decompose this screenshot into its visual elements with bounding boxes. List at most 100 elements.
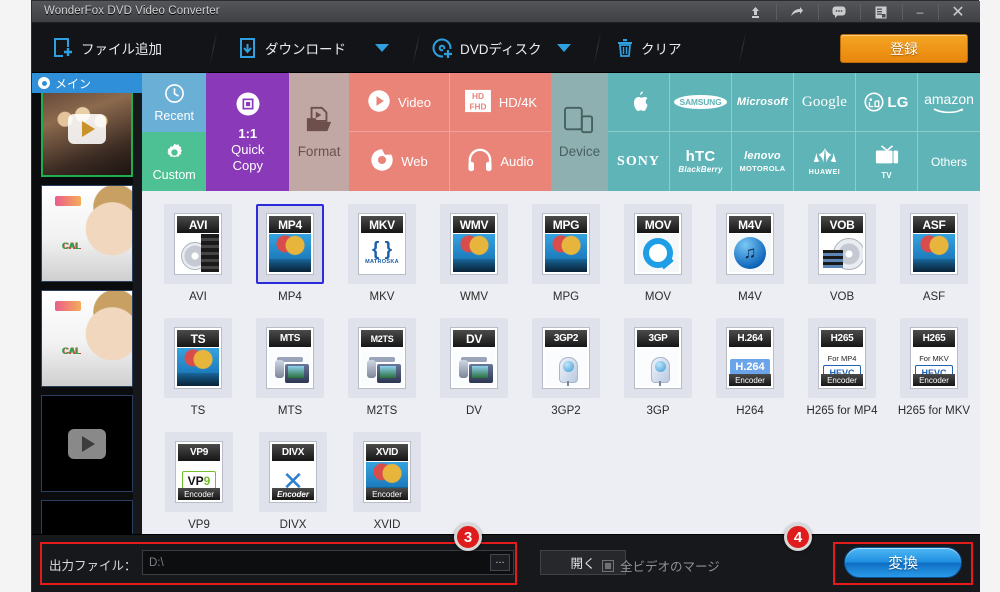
format-item-avi[interactable]: AVI AVI [152, 199, 244, 313]
thumbnail-item-2[interactable]: CAL [41, 185, 133, 282]
register-button[interactable]: 登録 [840, 34, 968, 63]
brand-lg[interactable]: LG [856, 73, 918, 132]
format-tile-header: H265 [821, 330, 863, 347]
brand-sony[interactable]: SONY [608, 132, 670, 191]
brand-microsoft[interactable]: Microsoft [732, 73, 794, 132]
thumbnail-list[interactable]: CAL CAL メイン [32, 73, 142, 534]
format-tile-header: AVI [177, 216, 219, 233]
copy-icon [235, 91, 261, 122]
format-label: M4V [738, 291, 762, 303]
category-strip: Recent Custom 1:1 Quick Copy Format Vide… [142, 73, 980, 191]
bottom-bar: 出力ファイル： D:\ ... 開く 全ビデオのマージ 変換 [32, 534, 980, 592]
window-controls: – ✕ [734, 1, 978, 23]
format-item-h264[interactable]: H.264 H.264 Encoder H264 [704, 313, 796, 427]
category-format[interactable]: Format [289, 73, 349, 191]
format-item-h265-mp4[interactable]: H265 For MP4 HEVC Encoder H265 for MP4 [796, 313, 888, 427]
browser-icon [370, 148, 394, 175]
brand-tv[interactable]: TV [856, 132, 918, 191]
upload-icon[interactable] [734, 1, 776, 23]
thumbnail-item-3[interactable]: CAL [41, 290, 133, 387]
feedback-icon[interactable] [818, 1, 860, 23]
format-item-h265-mkv[interactable]: H265 For MKV HEVC Encoder H265 for MKV [888, 313, 980, 427]
encoder-footer: Encoder [913, 374, 955, 386]
format-item-vp9[interactable]: VP9 VP9 Encoder VP9 [152, 427, 246, 541]
thumbnail-scrollbar[interactable] [133, 73, 142, 534]
category-device[interactable]: Device [550, 73, 608, 191]
svg-text:HD: HD [472, 91, 484, 101]
format-label: MPG [552, 291, 580, 303]
log-icon[interactable] [860, 1, 902, 23]
brand-apple[interactable] [608, 73, 670, 132]
brand-samsung[interactable]: SAMSUNG [670, 73, 732, 132]
format-item-asf[interactable]: ASF ASF [888, 199, 980, 313]
format-label: DIVX [279, 519, 307, 531]
format-item-wmv[interactable]: WMV WMV [428, 199, 520, 313]
category-recent[interactable]: Recent [142, 73, 207, 132]
format-item-divx[interactable]: DIVX ✕ Encoder DIVX [246, 427, 340, 541]
brand-huawei[interactable]: HUAWEI [794, 132, 856, 191]
category-audio-label: Audio [500, 154, 534, 169]
format-item-m4v[interactable]: M4V ♫ M4V [704, 199, 796, 313]
format-item-ts[interactable]: TS TS [152, 313, 244, 427]
download-button[interactable]: ダウンロード [230, 23, 356, 73]
convert-button[interactable]: 変換 [844, 547, 962, 578]
matroska-label: MATROSKA [365, 259, 399, 266]
format-item-3gp2[interactable]: 3GP2 3GP2 [520, 313, 612, 427]
close-button[interactable]: ✕ [938, 1, 978, 23]
format-item-m2ts[interactable]: M2TS M2TS [336, 313, 428, 427]
thumbnail-item-1[interactable] [41, 80, 133, 177]
output-file-input[interactable]: D:\ ... [142, 550, 514, 575]
format-item-xvid[interactable]: XVID Encoder XVID [340, 427, 434, 541]
browse-button[interactable]: ... [490, 554, 510, 571]
format-item-dv[interactable]: DV DV [428, 313, 520, 427]
brand-lenovo-motorola[interactable]: lenovo MOTOROLA [732, 132, 794, 191]
merge-videos-option[interactable]: 全ビデオのマージ [602, 556, 720, 575]
format-tile-header: VOB [821, 216, 863, 233]
format-item-vob[interactable]: VOB VOB [796, 199, 888, 313]
brand-grid: SONY SAMSUNG hTC BlackBerry Microsoft le… [608, 73, 980, 191]
minimize-button[interactable]: – [902, 1, 938, 23]
category-audio[interactable]: Audio [449, 132, 551, 191]
brand-htc-blackberry[interactable]: hTC BlackBerry [670, 132, 732, 191]
brand-others[interactable]: Others [918, 132, 980, 191]
category-video[interactable]: Video [348, 73, 450, 132]
add-file-button[interactable]: ファイル追加 [44, 23, 172, 73]
category-custom[interactable]: Custom [142, 132, 207, 191]
dvd-disc-dropdown[interactable] [547, 23, 581, 73]
thumbnail-image [42, 501, 132, 534]
brand-amazon[interactable]: amazon [918, 73, 980, 132]
format-tile-header: MPG [545, 216, 587, 233]
toolbar-divider [412, 31, 421, 65]
selected-highlight: MP4 [256, 204, 324, 284]
main-tab-badge: メイン [32, 73, 142, 93]
format-item-mpg[interactable]: MPG MPG [520, 199, 612, 313]
play-overlay-icon[interactable] [68, 428, 106, 459]
format-tile-header: MKV [361, 216, 403, 233]
dvd-disc-button[interactable]: DVDディスク [422, 23, 552, 73]
category-hd4k[interactable]: HD FHD HD/4K [449, 73, 551, 132]
application-window: WonderFox DVD Video Converter – ✕ ファイル追加… [31, 0, 980, 592]
category-video-label: Video [397, 94, 431, 110]
format-item-mp4[interactable]: MP4 MP4 [244, 199, 336, 313]
brand-google[interactable]: Google [794, 73, 856, 132]
category-quick-copy[interactable]: 1:1 Quick Copy [206, 73, 290, 191]
encoder-badge: H.264 [730, 359, 770, 375]
share-icon[interactable] [776, 1, 818, 23]
download-dropdown[interactable] [365, 23, 399, 73]
category-web[interactable]: Web [348, 132, 450, 191]
output-file-label: 出力ファイル： [49, 559, 137, 573]
format-label: XVID [373, 519, 401, 531]
window-title: WonderFox DVD Video Converter [44, 5, 220, 17]
play-overlay-icon[interactable] [68, 113, 106, 144]
clear-button[interactable]: クリア [607, 23, 692, 73]
format-item-3gp[interactable]: 3GP 3GP [612, 313, 704, 427]
merge-checkbox[interactable] [602, 559, 614, 572]
format-item-mov[interactable]: MOV MOV [612, 199, 704, 313]
format-item-mkv[interactable]: MKV { } MATROSKA MKV [336, 199, 428, 313]
toolbar-divider [209, 31, 218, 65]
add-file-icon [54, 37, 74, 59]
format-tile-header: WMV [453, 216, 495, 233]
format-item-mts[interactable]: MTS MTS [244, 313, 336, 427]
thumbnail-item-4[interactable] [41, 395, 133, 492]
thumbnail-item-5[interactable] [41, 500, 133, 534]
